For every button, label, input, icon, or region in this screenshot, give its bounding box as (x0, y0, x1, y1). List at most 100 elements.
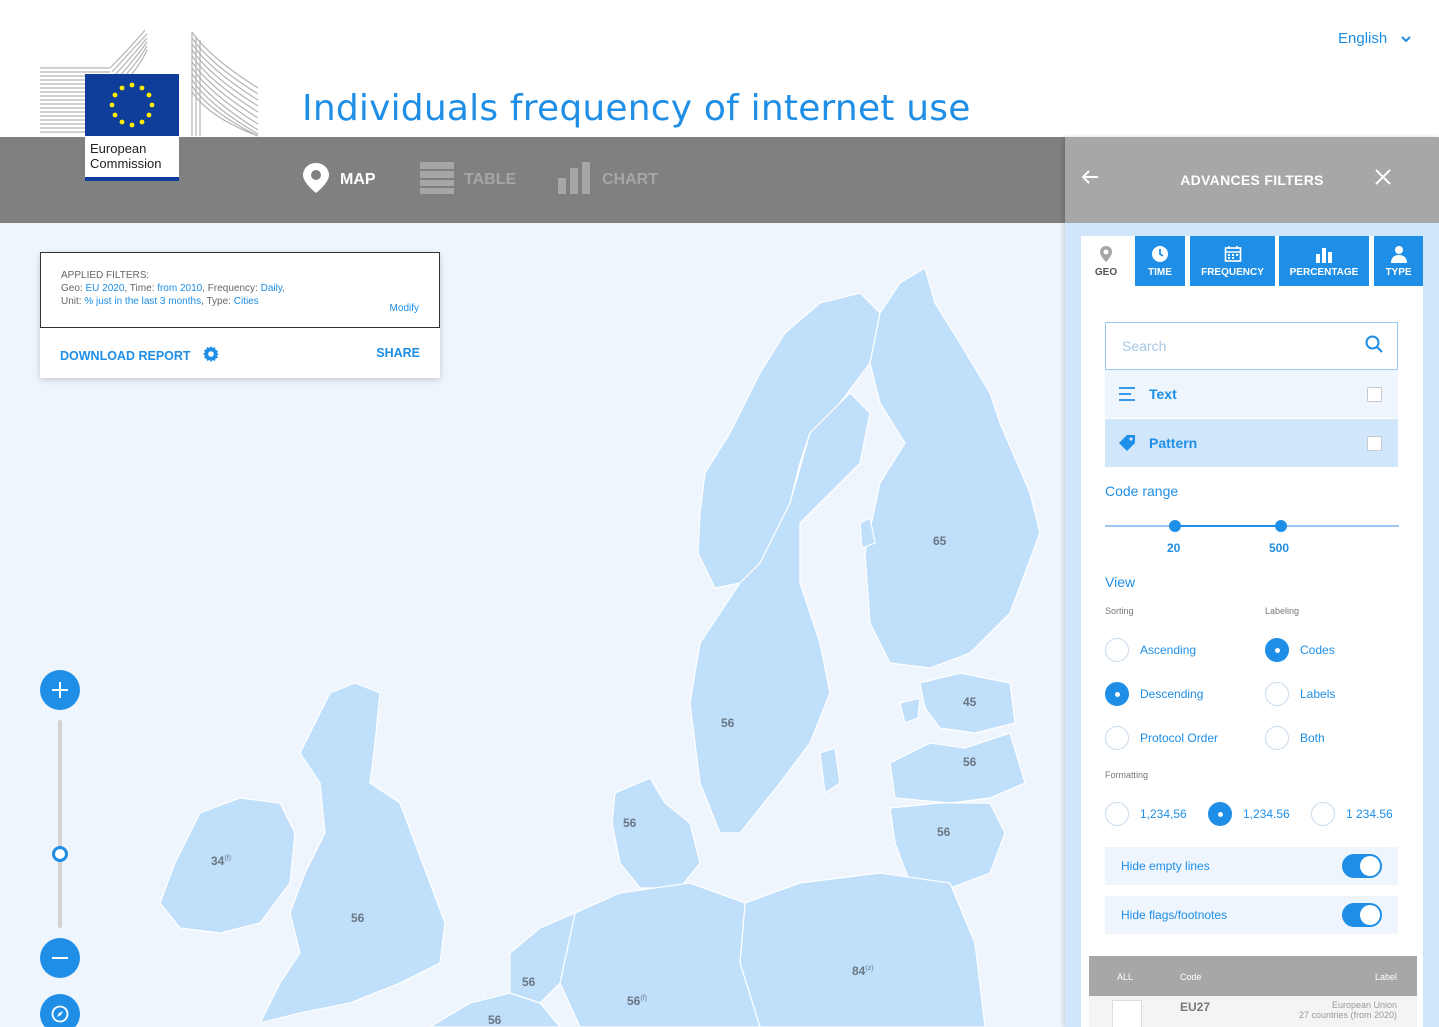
map-label-netherlands: 56 (522, 975, 536, 989)
code-range-min-value: 20 (1167, 541, 1181, 555)
map-pin-icon (302, 162, 330, 199)
tab-frequency-label: FREQUENCY (1201, 266, 1264, 278)
applied-filters-line1: Geo: EU 2020, Time: from 2010, Frequency… (61, 283, 285, 294)
code-range-min-handle[interactable] (1169, 520, 1181, 532)
bar-chart-icon (558, 161, 592, 199)
close-icon[interactable] (1375, 169, 1391, 190)
tab-percentage[interactable]: PERCENTAGE (1279, 236, 1369, 286)
tab-geo[interactable]: GEO (1081, 236, 1131, 286)
map-region-finland (864, 267, 1041, 669)
time-filter-link[interactable]: from 2010 (157, 283, 202, 294)
unit-filter-link[interactable]: % just in the last 3 months (84, 296, 201, 307)
radio-label-labels[interactable]: Labels (1265, 682, 1335, 706)
code-range-max-value: 500 (1269, 541, 1290, 555)
code-range-label: Code range (1105, 483, 1179, 499)
tab-type-label: TYPE (1385, 266, 1412, 278)
map-region-latvia (889, 732, 1026, 804)
hide-flags-label: Hide flags/footnotes (1121, 908, 1228, 922)
tab-chart[interactable]: CHART (558, 137, 658, 223)
radio-format-3[interactable]: 1 234.56 (1311, 802, 1393, 826)
frequency-filter-link[interactable]: Daily (261, 283, 282, 294)
header-code: Code (1180, 972, 1202, 982)
tab-frequency[interactable]: FREQUENCY (1190, 236, 1275, 286)
table-icon (420, 161, 454, 199)
hide-flags-row: Hide flags/footnotes (1105, 896, 1398, 934)
option-text-label: Text (1149, 386, 1177, 402)
map-label-finland: 65 (933, 534, 947, 548)
tab-type[interactable]: TYPE (1374, 236, 1423, 286)
table-row[interactable]: EU27 European Union 27 countries (from 2… (1089, 996, 1417, 1027)
zoom-out-button[interactable] (40, 938, 80, 978)
european-commission-logo[interactable]: European Commission (40, 28, 260, 183)
zoom-slider-track[interactable] (58, 720, 62, 928)
download-report-label: DOWNLOAD REPORT (60, 348, 191, 363)
zoom-in-button[interactable] (40, 670, 80, 710)
map-label-ireland: 34(f) (211, 854, 231, 868)
applied-filters-line2: Unit: % just in the last 3 months, Type:… (61, 296, 259, 307)
formatting-label: Formatting (1105, 770, 1149, 780)
tab-map-label: MAP (340, 171, 376, 188)
panel-header: ADVANCES FILTERS (1065, 137, 1439, 223)
radio-sort-protocol-order[interactable]: Protocol Order (1105, 726, 1218, 750)
radio-format-2[interactable]: 1,234.56 (1208, 802, 1290, 826)
option-pattern[interactable]: Pattern (1105, 419, 1398, 467)
share-button[interactable]: SHARE (376, 346, 420, 360)
tab-chart-label: CHART (602, 171, 658, 188)
modify-link[interactable]: Modify (390, 302, 419, 315)
code-range-max-handle[interactable] (1275, 520, 1287, 532)
radio-sort-ascending[interactable]: Ascending (1105, 638, 1196, 662)
radio-format-1[interactable]: 1,234,56 (1105, 802, 1187, 826)
compass-icon (51, 1005, 69, 1023)
radio-label-both[interactable]: Both (1265, 726, 1325, 750)
map-label-uk: 56 (351, 911, 365, 925)
download-report-button[interactable]: DOWNLOAD REPORT (60, 346, 219, 365)
row-checkbox[interactable] (1112, 1000, 1142, 1027)
map-label-germany: 56(f) (627, 994, 647, 1008)
hide-empty-lines-label: Hide empty lines (1121, 859, 1210, 873)
search-icon[interactable] (1365, 335, 1383, 358)
hide-empty-lines-row: Hide empty lines (1105, 847, 1398, 885)
tab-map[interactable]: MAP (302, 137, 376, 223)
gear-icon[interactable] (202, 346, 219, 365)
compass-button[interactable] (40, 994, 80, 1027)
panel-body: GEO TIME FREQUENCY PERCENTAGE TYPE Searc… (1081, 236, 1423, 1027)
logo-text-line2: Commission (90, 156, 162, 171)
type-filter-link[interactable]: Cities (234, 296, 259, 307)
map-label-belgium: 56 (488, 1013, 502, 1027)
option-pattern-label: Pattern (1149, 435, 1198, 451)
search-input[interactable]: Search (1105, 322, 1398, 370)
tab-geo-label: GEO (1094, 266, 1118, 278)
page-title: Individuals frequency of internet use (302, 88, 971, 129)
header-all[interactable]: ALL (1117, 972, 1133, 982)
map-region-poland (739, 872, 986, 1027)
radio-sort-descending[interactable]: Descending (1105, 682, 1203, 706)
text-lines-icon (1105, 386, 1149, 402)
option-text[interactable]: Text (1105, 370, 1398, 418)
header-label: Label (1374, 972, 1397, 982)
zoom-slider-handle[interactable] (52, 846, 68, 862)
tab-table[interactable]: TABLE (420, 137, 516, 223)
geo-filter-link[interactable]: EU 2020 (85, 283, 124, 294)
clock-icon (1151, 245, 1169, 263)
option-text-checkbox[interactable] (1367, 386, 1382, 402)
code-range-fill (1175, 525, 1281, 527)
radio-label-codes[interactable]: Codes (1265, 638, 1335, 662)
language-selector[interactable]: English (1338, 30, 1412, 47)
tab-percentage-label: PERCENTAGE (1289, 266, 1359, 278)
hide-empty-lines-toggle[interactable] (1342, 854, 1382, 878)
hide-flags-toggle[interactable] (1342, 903, 1382, 927)
option-pattern-checkbox[interactable] (1367, 435, 1382, 451)
search-placeholder: Search (1122, 338, 1167, 354)
applied-filters-heading: APPLIED FILTERS: (61, 270, 150, 281)
map-label-lithuania: 56 (937, 825, 951, 839)
tab-time[interactable]: TIME (1135, 236, 1185, 286)
tab-time-label: TIME (1148, 266, 1172, 278)
calendar-icon (1224, 245, 1242, 263)
plus-icon (52, 682, 68, 698)
map-label-poland: 84(z) (852, 964, 874, 978)
map-region-denmark (611, 777, 701, 889)
minus-icon (52, 957, 68, 959)
applied-filters-card: APPLIED FILTERS: Geo: EU 2020, Time: fro… (40, 252, 440, 378)
tag-icon (1105, 434, 1149, 452)
map-label-estonia: 45 (963, 695, 977, 709)
